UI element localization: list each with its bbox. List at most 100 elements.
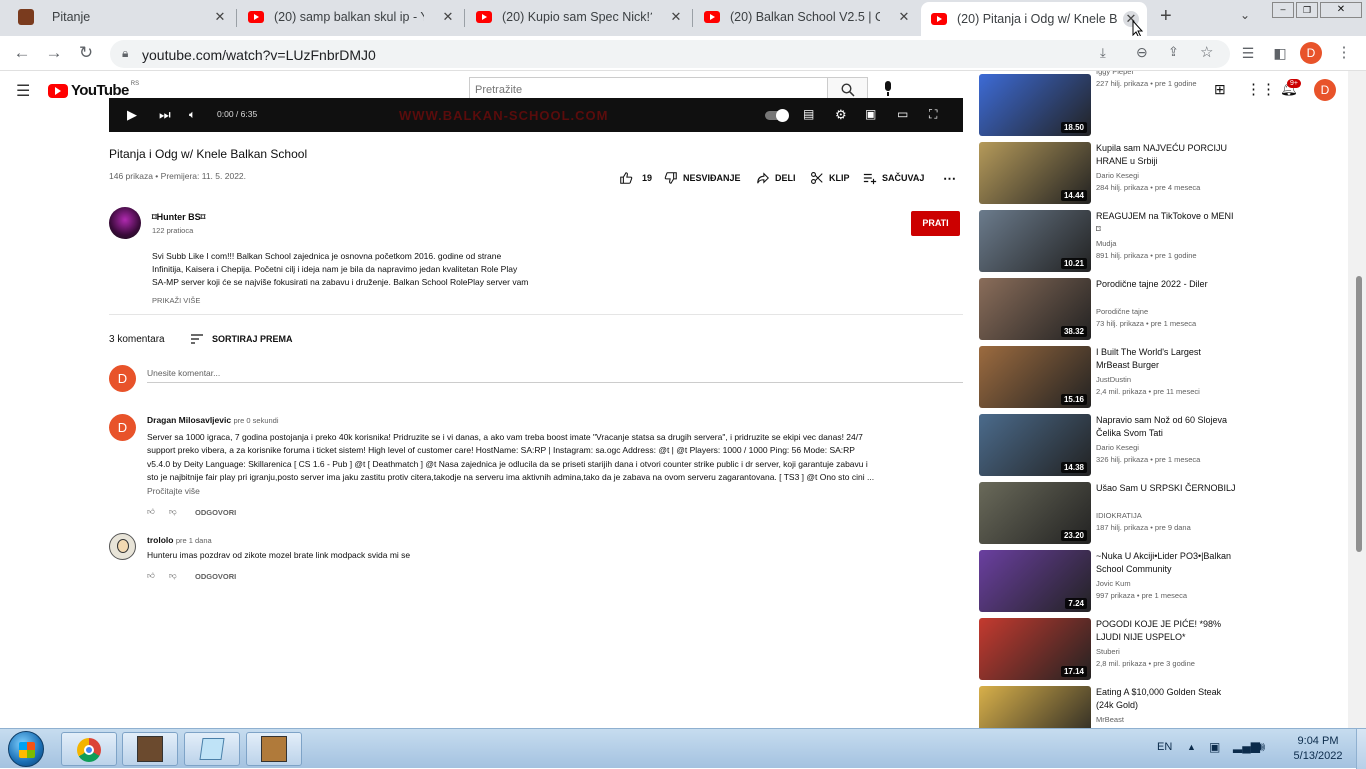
related-video[interactable]: 15.16 I Built The World's Largest MrBeast… bbox=[979, 346, 1279, 408]
reload-icon[interactable]: ↻ bbox=[75, 42, 97, 64]
tab-samp[interactable]: (20) samp balkan skul ip - YouT ✕ bbox=[236, 0, 464, 34]
browser-tabstrip: Pitanje ✕ (20) samp balkan skul ip - You… bbox=[0, 0, 1366, 39]
related-channel[interactable]: IDIOKRATIJA bbox=[1096, 511, 1142, 520]
video-thumbnail[interactable]: 14.38 bbox=[979, 414, 1091, 476]
related-video[interactable]: 23.20 Ušao Sam U SRPSKI ČERNOBILJ IDIOKRAT… bbox=[979, 482, 1279, 544]
windows-logo-icon bbox=[19, 742, 35, 758]
related-video[interactable]: 17.14 POGODI KOJE JE PIĆE! *98% LJUDI NIJ… bbox=[979, 618, 1279, 680]
related-title[interactable]: POGODI KOJE JE PIĆE! *98% LJUDI NIJE USP… bbox=[1096, 618, 1236, 644]
reading-list-icon[interactable]: ☰ bbox=[1237, 42, 1259, 64]
related-videos: 18.50 Iggy Pieper 227 hilj. prikaza • pre … bbox=[0, 71, 1348, 728]
tab-balkan-school[interactable]: (20) Balkan School V2.5 | OFFIC ✕ bbox=[692, 0, 920, 34]
tab-pitanja-active[interactable]: (20) Pitanja i Odg w/ Knele Bal ✕ bbox=[921, 2, 1147, 36]
related-channel[interactable]: Dario Kesegi bbox=[1096, 443, 1139, 452]
forward-icon[interactable]: → bbox=[43, 42, 65, 64]
page-scrollbar[interactable] bbox=[1348, 71, 1366, 728]
video-thumbnail[interactable]: 10.21 bbox=[979, 210, 1091, 272]
notepad-icon bbox=[199, 738, 225, 760]
related-title[interactable]: Kupila sam NAJVEĆU PORCIJU HRANE u Srbij… bbox=[1096, 142, 1236, 168]
new-tab-icon[interactable]: + bbox=[1160, 5, 1172, 28]
related-title[interactable]: Napravio sam Nož od 60 Slojeva Čelika Sv… bbox=[1096, 414, 1236, 440]
action-center-icon[interactable]: ▣ bbox=[1209, 740, 1220, 754]
tab-search-chevron-icon[interactable]: ⌄ bbox=[1240, 8, 1250, 22]
related-title[interactable]: ~Nuka U Akciji•Lider PO3•|Balkan School … bbox=[1096, 550, 1236, 576]
related-views: 2,8 mil. prikaza • pre 3 godine bbox=[1096, 659, 1195, 668]
chrome-menu-icon[interactable]: ⋮ bbox=[1333, 42, 1355, 64]
video-thumbnail[interactable]: 14.44 bbox=[979, 142, 1091, 204]
related-video[interactable]: 14.44 Kupila sam NAJVEĆU PORCIJU HRANE u … bbox=[979, 142, 1279, 204]
side-panel-icon[interactable]: ◧ bbox=[1269, 42, 1291, 64]
video-thumbnail[interactable]: 23.20 bbox=[979, 482, 1091, 544]
related-channel[interactable]: Iggy Pieper bbox=[1096, 71, 1134, 76]
video-thumbnail[interactable]: 38.32 bbox=[979, 278, 1091, 340]
video-thumbnail[interactable] bbox=[979, 686, 1091, 728]
taskbar-app-1[interactable] bbox=[122, 732, 178, 766]
zoom-icon[interactable]: ⊖ bbox=[1136, 44, 1148, 61]
related-video[interactable]: Eating A $10,000 Golden Steak (24k Gold)… bbox=[979, 686, 1279, 728]
window-close-icon[interactable]: ✕ bbox=[1320, 2, 1362, 18]
network-icon[interactable]: ▂▄▆ bbox=[1233, 739, 1260, 753]
related-channel[interactable]: MrBeast bbox=[1096, 715, 1124, 724]
restore-icon[interactable]: ❐ bbox=[1296, 2, 1318, 18]
app-thumbnail-icon bbox=[137, 736, 163, 762]
video-thumbnail[interactable]: 7.24 bbox=[979, 550, 1091, 612]
related-title[interactable]: Eating A $10,000 Golden Steak (24k Gold) bbox=[1096, 686, 1236, 712]
language-indicator[interactable]: EN bbox=[1157, 741, 1172, 753]
tab-close-icon[interactable]: ✕ bbox=[896, 9, 912, 25]
tab-close-icon[interactable]: ✕ bbox=[212, 9, 228, 25]
video-duration: 10.21 bbox=[1060, 258, 1087, 269]
related-views: 2,4 mil. prikaza • pre 11 meseci bbox=[1096, 387, 1200, 396]
taskbar-app-2[interactable] bbox=[246, 732, 302, 766]
related-title[interactable]: REAGUJEM na TikTokove o MENI ⌑ bbox=[1096, 210, 1236, 236]
related-video[interactable]: 10.21 REAGUJEM na TikTokove o MENI ⌑ Mudja… bbox=[979, 210, 1279, 272]
lock-icon: 🔒︎ bbox=[122, 46, 129, 60]
url-text: youtube.com/watch?v=LUzFnbrDMJ0 bbox=[142, 47, 376, 63]
related-channel[interactable]: Dario Kesegi bbox=[1096, 171, 1139, 180]
start-button[interactable] bbox=[8, 731, 44, 767]
video-thumbnail[interactable]: 17.14 bbox=[979, 618, 1091, 680]
video-thumbnail[interactable]: 18.50 bbox=[979, 74, 1091, 136]
video-duration: 15.16 bbox=[1060, 394, 1087, 405]
tab-close-icon[interactable]: ✕ bbox=[668, 9, 684, 25]
back-icon[interactable]: ← bbox=[11, 42, 33, 64]
related-views: 284 hilj. prikaza • pre 4 meseca bbox=[1096, 183, 1201, 192]
related-title[interactable]: Ušao Sam U SRPSKI ČERNOBILJ bbox=[1096, 482, 1236, 495]
system-clock[interactable]: 9:04 PM 5/13/2022 bbox=[1288, 734, 1348, 764]
related-channel[interactable]: Porodične tajne bbox=[1096, 307, 1148, 316]
clock-date: 5/13/2022 bbox=[1293, 750, 1343, 762]
related-views: 187 hilj. prikaza • pre 9 dana bbox=[1096, 523, 1191, 532]
related-channel[interactable]: JustDustin bbox=[1096, 375, 1131, 384]
tab-kupio[interactable]: (20) Kupio sam Spec Nick!? | Ba ✕ bbox=[464, 0, 692, 34]
related-video[interactable]: 7.24 ~Nuka U Akciji•Lider PO3•|Balkan Sch… bbox=[979, 550, 1279, 612]
related-channel[interactable]: Mudja bbox=[1096, 239, 1116, 248]
chrome-profile-avatar[interactable]: D bbox=[1300, 42, 1322, 64]
bookmark-star-icon[interactable]: ☆ bbox=[1200, 43, 1213, 61]
tab-close-icon[interactable]: ✕ bbox=[440, 9, 456, 25]
show-hidden-icons-icon[interactable]: ▲ bbox=[1187, 742, 1196, 752]
related-title[interactable]: Porodične tajne 2022 - Diler bbox=[1096, 278, 1236, 291]
related-channel[interactable]: Jovic Kum bbox=[1096, 579, 1131, 588]
related-channel[interactable]: Stuberi bbox=[1096, 647, 1120, 656]
related-video[interactable]: 18.50 Iggy Pieper 227 hilj. prikaza • pre … bbox=[979, 71, 1279, 136]
install-app-icon[interactable]: ⤓ bbox=[1100, 45, 1106, 61]
related-views: 227 hilj. prikaza • pre 1 godine bbox=[1096, 79, 1197, 88]
related-views: 997 prikaza • pre 1 meseca bbox=[1096, 591, 1188, 600]
tab-pitanje[interactable]: Pitanje ✕ bbox=[0, 0, 236, 34]
tab-title: (20) Balkan School V2.5 | OFFIC bbox=[730, 10, 880, 24]
video-duration: 14.38 bbox=[1060, 462, 1087, 473]
video-thumbnail[interactable]: 15.16 bbox=[979, 346, 1091, 408]
share-icon[interactable]: ⇪ bbox=[1168, 44, 1179, 60]
show-desktop-button[interactable] bbox=[1356, 729, 1366, 769]
taskbar-chrome[interactable] bbox=[61, 732, 117, 766]
related-video[interactable]: 14.38 Napravio sam Nož od 60 Slojeva Čeli… bbox=[979, 414, 1279, 476]
video-duration: 23.20 bbox=[1060, 530, 1087, 541]
volume-tray-icon[interactable]: 🔊︎ bbox=[1257, 739, 1265, 755]
related-video[interactable]: 38.32 Porodične tajne 2022 - Diler Porodič… bbox=[979, 278, 1279, 340]
address-bar[interactable]: 🔒︎ youtube.com/watch?v=LUzFnbrDMJ0 ⤓ ⊖ ⇪… bbox=[110, 40, 1230, 68]
youtube-favicon-icon bbox=[704, 11, 720, 23]
chrome-icon bbox=[77, 738, 101, 762]
scrollbar-thumb[interactable] bbox=[1356, 276, 1362, 552]
minimize-icon[interactable]: – bbox=[1272, 2, 1294, 18]
related-title[interactable]: I Built The World's Largest MrBeast Burg… bbox=[1096, 346, 1236, 372]
taskbar-notepad[interactable] bbox=[184, 732, 240, 766]
